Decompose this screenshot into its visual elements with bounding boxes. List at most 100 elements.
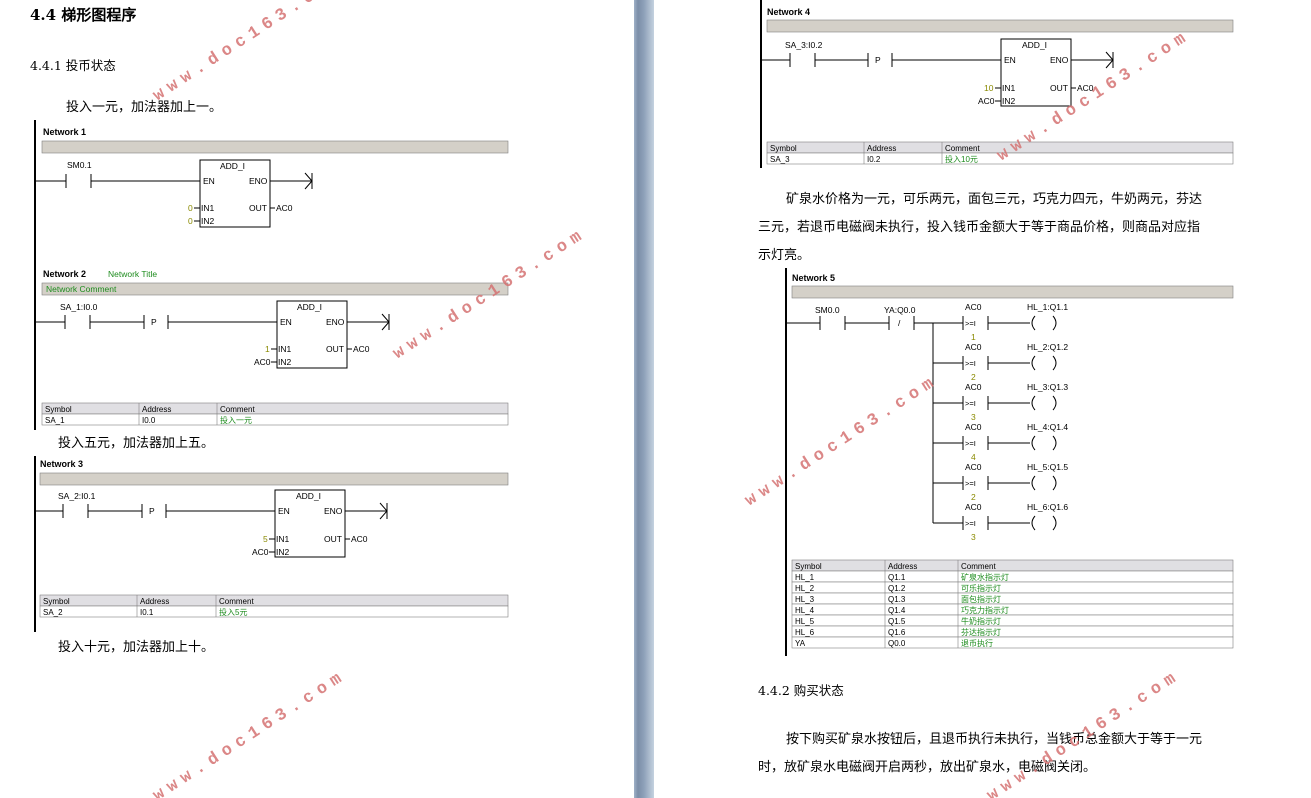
- svg-text:投入一元: 投入一元: [220, 415, 252, 425]
- svg-text:SA_2:I0.1: SA_2:I0.1: [58, 491, 96, 501]
- svg-text:Comment: Comment: [945, 144, 980, 153]
- svg-text:IN2: IN2: [1002, 96, 1016, 106]
- ladder-panel-n1-n2: Network 1 SM0.1 ADD_I EN ENO 0 IN1 0 IN2…: [34, 120, 510, 430]
- svg-text:Address: Address: [140, 597, 169, 606]
- svg-text:0: 0: [188, 203, 193, 213]
- svg-text:I0.2: I0.2: [867, 155, 881, 164]
- paragraph-coin-5: 投入五元，加法器加上五。: [58, 436, 215, 451]
- svg-text:Symbol: Symbol: [770, 144, 797, 153]
- svg-text:P: P: [151, 317, 157, 327]
- svg-text:Comment: Comment: [220, 405, 255, 414]
- svg-text:Symbol: Symbol: [795, 562, 822, 571]
- svg-text:2: 2: [971, 492, 976, 502]
- svg-text:EN: EN: [1004, 55, 1016, 65]
- svg-text:Network 4: Network 4: [767, 7, 810, 17]
- svg-text:OUT: OUT: [1050, 83, 1068, 93]
- svg-text:IN2: IN2: [276, 547, 290, 557]
- svg-text:HL_4:Q1.4: HL_4:Q1.4: [1027, 422, 1068, 432]
- watermark: www.doc163.com: [150, 666, 351, 798]
- svg-text:ADD_I: ADD_I: [296, 491, 321, 501]
- svg-text:AC0: AC0: [252, 547, 269, 557]
- comparator-branch: AC0 >=I 2 HL_5:Q1.5: [933, 462, 1068, 502]
- svg-text:IN1: IN1: [1002, 83, 1016, 93]
- svg-text:ENO: ENO: [326, 317, 345, 327]
- svg-text:OUT: OUT: [324, 534, 342, 544]
- svg-text:HL_5: HL_5: [795, 617, 815, 626]
- svg-text:1: 1: [265, 344, 270, 354]
- svg-text:I0.1: I0.1: [140, 608, 154, 617]
- svg-text:IN2: IN2: [278, 357, 292, 367]
- subsection-heading: 4.4.1 投币状态: [30, 58, 116, 73]
- svg-text:>=I: >=I: [965, 399, 976, 408]
- svg-text:>=I: >=I: [965, 439, 976, 448]
- svg-text:SM0.0: SM0.0: [815, 305, 840, 315]
- svg-text:AC0: AC0: [965, 502, 982, 512]
- svg-text:Comment: Comment: [961, 562, 996, 571]
- svg-text:牛奶指示灯: 牛奶指示灯: [961, 616, 1001, 626]
- svg-text:面包指示灯: 面包指示灯: [961, 594, 1001, 604]
- svg-text:YA: YA: [795, 639, 806, 648]
- svg-text:>=I: >=I: [965, 359, 976, 368]
- svg-text:>=I: >=I: [965, 319, 976, 328]
- svg-text:HL_1: HL_1: [795, 573, 815, 582]
- svg-text:HL_1:Q1.1: HL_1:Q1.1: [1027, 302, 1068, 312]
- svg-text:SA_3:I0.2: SA_3:I0.2: [785, 40, 823, 50]
- svg-text:Network 5: Network 5: [792, 273, 835, 283]
- svg-text:AC0: AC0: [351, 534, 368, 544]
- svg-text:>=I: >=I: [965, 479, 976, 488]
- svg-text:投入5元: 投入5元: [219, 607, 247, 617]
- svg-text:Network Title: Network Title: [108, 269, 157, 279]
- svg-text:HL_6: HL_6: [795, 628, 815, 637]
- svg-text:HL_6:Q1.6: HL_6:Q1.6: [1027, 502, 1068, 512]
- svg-text:AC0: AC0: [353, 344, 370, 354]
- ladder-diagram-n5: Network 5 SM0.0 YA:Q0.0 / AC0 >=I 1 HL_1:Q1…: [785, 268, 1234, 656]
- svg-text:I0.0: I0.0: [142, 416, 156, 425]
- svg-text:Symbol: Symbol: [45, 405, 72, 414]
- comparator-branch: AC0 >=I 3 HL_3:Q1.3: [933, 382, 1068, 422]
- svg-text:SA_3: SA_3: [770, 155, 790, 164]
- svg-text:Q1.2: Q1.2: [888, 584, 906, 593]
- svg-text:P: P: [149, 506, 155, 516]
- ladder-panel-n3: Network 3 SA_2:I0.1 P ADD_I EN ENO 5 IN1…: [34, 456, 510, 632]
- ladder-diagram-n3: Network 3 SA_2:I0.1 P ADD_I EN ENO 5 IN1…: [34, 456, 509, 632]
- svg-text:ADD_I: ADD_I: [1022, 40, 1047, 50]
- svg-text:Network 3: Network 3: [40, 459, 83, 469]
- price-paragraph-line-2: 三元，若退币电磁阀未执行，投入钱币金额大于等于商品价格，则商品对应指: [758, 220, 1201, 235]
- svg-text:HL_3: HL_3: [795, 595, 815, 604]
- ladder-diagram-n4: Network 4 SA_3:I0.2 P ADD_I EN ENO 10 IN…: [760, 0, 1234, 168]
- svg-text:SA_1: SA_1: [45, 416, 65, 425]
- ladder-panel-n5: Network 5 SM0.0 YA:Q0.0 / AC0 >=I 1 HL_1:Q1…: [785, 268, 1237, 656]
- svg-text:/: /: [898, 318, 901, 328]
- right-page: Network 4 SA_3:I0.2 P ADD_I EN ENO 10 IN…: [654, 0, 1311, 798]
- svg-text:10: 10: [984, 83, 994, 93]
- svg-text:P: P: [875, 55, 881, 65]
- price-paragraph-line-1: 矿泉水价格为一元，可乐两元，面包三元，巧克力四元，牛奶两元，芬达: [786, 192, 1203, 207]
- svg-text:AC0: AC0: [978, 96, 995, 106]
- svg-text:投入10元: 投入10元: [945, 154, 978, 164]
- svg-text:IN1: IN1: [276, 534, 290, 544]
- section-heading: 4.4 梯形图程序: [30, 6, 137, 24]
- svg-text:EN: EN: [280, 317, 292, 327]
- svg-text:3: 3: [971, 532, 976, 542]
- svg-text:SA_1:I0.0: SA_1:I0.0: [60, 302, 98, 312]
- svg-text:Address: Address: [888, 562, 917, 571]
- svg-text:HL_2: HL_2: [795, 584, 815, 593]
- svg-text:SM0.1: SM0.1: [67, 160, 92, 170]
- svg-text:IN2: IN2: [201, 216, 215, 226]
- svg-text:HL_4: HL_4: [795, 606, 815, 615]
- paragraph-coin-10: 投入十元，加法器加上十。: [58, 640, 215, 655]
- svg-text:AC0: AC0: [965, 462, 982, 472]
- svg-text:IN1: IN1: [278, 344, 292, 354]
- svg-text:Address: Address: [142, 405, 171, 414]
- svg-text:Q1.4: Q1.4: [888, 606, 906, 615]
- svg-text:Q1.5: Q1.5: [888, 617, 906, 626]
- svg-text:Comment: Comment: [219, 597, 254, 606]
- comparator-branch: AC0 >=I 2 HL_2:Q1.2: [933, 342, 1068, 382]
- svg-text:EN: EN: [278, 506, 290, 516]
- left-page: 4.4 梯形图程序 4.4.1 投币状态 投入一元，加法器加上一。 Networ…: [0, 0, 634, 798]
- svg-text:3: 3: [971, 412, 976, 422]
- ladder-panel-n4: Network 4 SA_3:I0.2 P ADD_I EN ENO 10 IN…: [760, 0, 1236, 168]
- network-title: Network 1: [43, 127, 86, 137]
- svg-text:AC0: AC0: [965, 422, 982, 432]
- svg-text:ENO: ENO: [1050, 55, 1069, 65]
